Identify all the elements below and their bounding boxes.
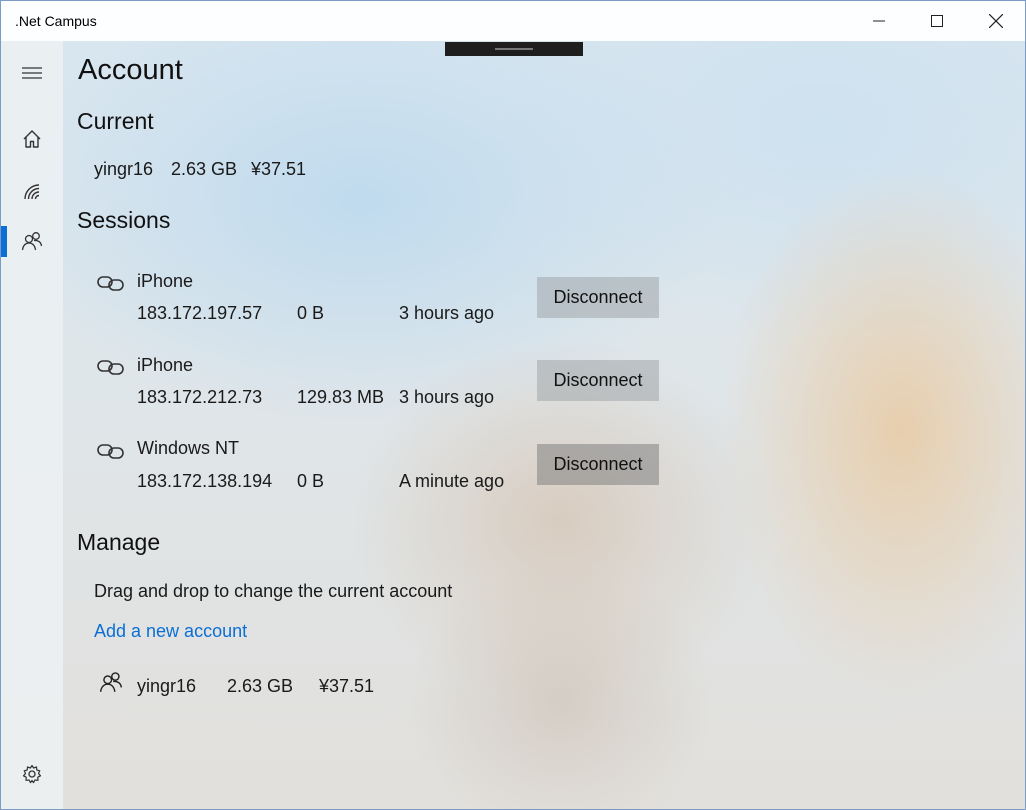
- app-window: .Net Campus Account Current yingr16 2.63…: [0, 0, 1026, 810]
- people-icon: [99, 672, 123, 692]
- session-time: 3 hours ago: [399, 303, 495, 323]
- title-bar[interactable]: .Net Campus: [1, 1, 1025, 41]
- account-username: yingr16: [137, 676, 197, 696]
- session-traffic: 0 B: [297, 471, 325, 491]
- session-ip: 183.172.138.194: [137, 471, 273, 491]
- maximize-icon: [931, 15, 943, 27]
- maximize-button[interactable]: [908, 1, 966, 41]
- session-ip: 183.172.197.57: [137, 303, 263, 323]
- account-usage: 2.63 GB: [227, 676, 294, 696]
- link-icon: [97, 276, 124, 291]
- account-balance: ¥37.51: [319, 676, 375, 696]
- link-icon: [97, 444, 124, 459]
- navigation-rail: [1, 41, 63, 809]
- disconnect-button[interactable]: Disconnect: [537, 360, 659, 401]
- session-device: iPhone: [137, 355, 194, 375]
- disconnect-button[interactable]: Disconnect: [537, 277, 659, 318]
- sessions-heading: Sessions: [77, 207, 171, 233]
- session-device: iPhone: [137, 271, 194, 291]
- nav-network[interactable]: [1, 172, 63, 212]
- wifi-signal-icon: [24, 184, 40, 200]
- current-usage: 2.63 GB: [171, 159, 238, 179]
- manage-heading: Manage: [77, 529, 161, 555]
- current-heading: Current: [77, 108, 154, 134]
- hamburger-menu-icon: [22, 67, 42, 79]
- gear-icon: [22, 764, 42, 784]
- close-icon: [989, 14, 1003, 28]
- nav-accounts[interactable]: [1, 221, 63, 261]
- nav-settings[interactable]: [1, 754, 63, 794]
- current-username: yingr16: [94, 159, 154, 179]
- account-page: Account Current yingr16 2.63 GB ¥37.51 S…: [63, 41, 1025, 809]
- add-account-link[interactable]: Add a new account: [94, 621, 247, 642]
- session-traffic: 129.83 MB: [297, 387, 385, 407]
- current-balance: ¥37.51: [251, 159, 307, 179]
- people-icon: [21, 232, 43, 251]
- session-time: 3 hours ago: [399, 387, 495, 407]
- manage-hint: Drag and drop to change the current acco…: [94, 581, 453, 601]
- nav-home[interactable]: [1, 119, 63, 159]
- hamburger-menu-button[interactable]: [1, 53, 63, 93]
- disconnect-button[interactable]: Disconnect: [537, 444, 659, 485]
- session-traffic: 0 B: [297, 303, 325, 323]
- session-ip: 183.172.212.73: [137, 387, 263, 407]
- home-icon: [23, 130, 41, 148]
- minimize-icon: [873, 20, 885, 22]
- page-title: Account: [78, 54, 183, 86]
- minimize-button[interactable]: [850, 1, 908, 41]
- session-time: A minute ago: [399, 471, 505, 491]
- link-icon: [97, 360, 124, 375]
- session-device: Windows NT: [137, 438, 240, 458]
- close-button[interactable]: [967, 1, 1025, 41]
- app-title: .Net Campus: [15, 13, 97, 29]
